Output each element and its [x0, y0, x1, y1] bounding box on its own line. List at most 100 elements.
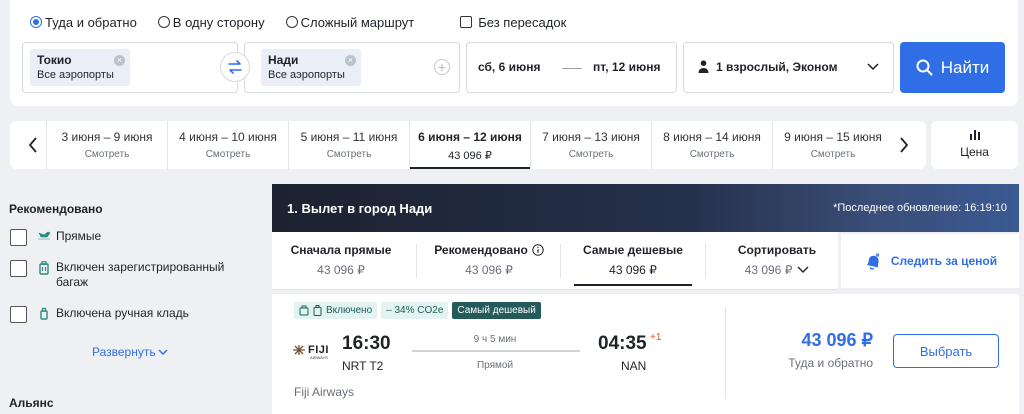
last-updated: *Последнее обновление: 16:19:10 — [833, 202, 1007, 214]
trip-type-label: Туда и обратно — [45, 14, 137, 30]
track-price-button[interactable]: Следить за ценой — [841, 234, 1019, 288]
sort-tab-title: Самые дешевые — [583, 243, 683, 257]
depart-time: 16:30 — [342, 333, 391, 354]
search-button[interactable]: Найти — [900, 42, 1005, 93]
date-next-button[interactable] — [894, 134, 914, 156]
checked-baggage-icon — [313, 305, 322, 316]
return-date[interactable]: пт, 12 июня — [593, 60, 660, 74]
badge-included-label: Включено — [326, 305, 373, 316]
checkbox-icon[interactable] — [10, 229, 27, 246]
date-tab-value: Смотреть — [205, 149, 251, 160]
destination-chip[interactable]: Нади Все аэропорты × — [261, 49, 361, 86]
checkbox-icon[interactable] — [10, 306, 27, 323]
info-icon — [532, 244, 544, 256]
sort-tab-price: 43 096 ₽ — [744, 263, 793, 277]
date-tab-range: 9 июня – 15 июня — [784, 130, 882, 144]
flight-card[interactable]: Включено – 34% CO2e Самый дешевый FIJI A… — [272, 294, 1019, 414]
divider — [416, 244, 417, 278]
sort-tab-recommended[interactable]: Рекомендовано 43 096 ₽ — [420, 232, 558, 290]
person-icon — [698, 60, 709, 73]
fiji-airways-logo-icon — [293, 345, 305, 355]
radio-icon — [285, 16, 298, 28]
date-separator — [562, 68, 582, 69]
filter-checked-baggage[interactable]: Включен зарегистрированный багаж — [10, 260, 236, 290]
divider — [725, 308, 726, 398]
airline-name: Fiji Airways — [294, 385, 355, 399]
bell-icon — [866, 253, 880, 270]
dates-field[interactable]: сб, 6 июня пт, 12 июня — [466, 42, 677, 93]
arrive-time: 04:35 — [598, 333, 647, 354]
sort-bar: Сначала прямые 43 096 ₽ Рекомендовано 43… — [272, 232, 838, 290]
search-icon — [916, 59, 933, 76]
direct-flight-icon — [38, 231, 51, 240]
destination-field[interactable]: Нади Все аэропорты × + — [244, 42, 460, 93]
date-tab[interactable]: 3 июня – 9 июня Смотреть — [46, 121, 167, 169]
badge-cheapest: Самый дешевый — [452, 302, 541, 319]
checked-baggage-icon — [39, 261, 49, 275]
price-chart-button[interactable]: Цена — [931, 121, 1018, 169]
add-destination-icon[interactable]: + — [434, 59, 450, 75]
sort-tab-sort-by[interactable]: Сортировать 43 096 ₽ — [708, 232, 846, 290]
date-tab[interactable]: 7 июня – 13 июня Смотреть — [530, 121, 651, 169]
date-tab[interactable]: 4 июня – 10 июня Смотреть — [167, 121, 288, 169]
passengers-value: 1 взрослый, Эконом — [716, 60, 838, 74]
bar-chart-icon — [969, 130, 980, 140]
checkbox-icon — [460, 16, 473, 28]
origin-city: Токио — [37, 53, 72, 67]
remove-destination-icon[interactable]: × — [345, 55, 356, 66]
sort-tab-cheapest[interactable]: Самые дешевые 43 096 ₽ — [564, 232, 702, 290]
sort-tab-price: 43 096 ₽ — [317, 263, 365, 277]
chevron-left-icon — [28, 137, 37, 153]
date-tab-value: Смотреть — [689, 149, 735, 160]
date-tab-range: 5 июня – 11 июня — [300, 130, 398, 144]
airline-logo-subtext: AIRWAYS — [310, 355, 328, 360]
remove-origin-icon[interactable]: × — [114, 55, 125, 66]
radio-icon — [157, 16, 170, 28]
direct-only-label: Без пересадок — [478, 14, 567, 30]
trip-type-one-way[interactable]: В одну сторону — [157, 14, 265, 30]
depart-airport: NRT T2 — [342, 359, 384, 373]
search-button-label: Найти — [940, 57, 990, 77]
swap-icon — [228, 60, 242, 74]
carry-on-icon — [40, 307, 48, 320]
expand-filters-link[interactable]: Развернуть — [92, 345, 168, 359]
destination-airports: Все аэропорты — [268, 69, 345, 81]
trip-type-multi-city[interactable]: Сложный маршрут — [285, 15, 414, 30]
sort-tab-price: 43 096 ₽ — [465, 263, 513, 277]
origin-chip[interactable]: Токио Все аэропорты × — [30, 49, 130, 86]
expand-label: Развернуть — [92, 345, 156, 359]
checkbox-icon[interactable] — [10, 260, 27, 277]
airline-logo: FIJI AIRWAYS — [292, 344, 329, 360]
depart-date[interactable]: сб, 6 июня — [478, 60, 540, 74]
trip-type-label: В одну сторону — [172, 14, 265, 30]
sort-tab-title: Рекомендовано — [434, 243, 528, 257]
filter-carry-on[interactable]: Включена ручная кладь — [10, 306, 236, 323]
badge-co2: – 34% CO2e — [381, 302, 449, 319]
trip-type-round-trip[interactable]: Туда и обратно — [30, 15, 137, 30]
swap-cities-button[interactable] — [220, 52, 250, 82]
date-tab-range: 4 июня – 10 июня — [179, 130, 277, 144]
select-flight-button[interactable]: Выбрать — [893, 334, 999, 368]
date-tab[interactable]: 8 июня – 14 июня Смотреть — [651, 121, 772, 169]
divider — [705, 244, 706, 278]
origin-field[interactable]: Токио Все аэропорты × — [22, 42, 238, 93]
results-header: 1. Вылет в город Нади *Последнее обновле… — [272, 184, 1019, 232]
date-tab-value: Смотреть — [568, 149, 614, 160]
date-prev-button[interactable] — [23, 134, 43, 156]
chevron-down-icon — [867, 63, 879, 71]
badge-included: Включено — [294, 302, 378, 319]
direct-only-checkbox[interactable]: Без пересадок — [460, 15, 566, 30]
recommended-title: Рекомендовано — [9, 202, 103, 216]
radio-selected-icon — [30, 16, 42, 28]
sort-tab-title: Сортировать — [737, 243, 817, 257]
date-tab[interactable]: 5 июня – 11 июня Смотреть — [288, 121, 409, 169]
filter-direct[interactable]: Прямые — [10, 229, 236, 246]
sort-tab-direct-first[interactable]: Сначала прямые 43 096 ₽ — [272, 232, 410, 290]
date-strip: 3 июня – 9 июня Смотреть 4 июня – 10 июн… — [10, 121, 926, 169]
passengers-field[interactable]: 1 взрослый, Эконом — [683, 42, 894, 93]
flight-stops: Прямой — [476, 360, 514, 371]
flight-badges: Включено – 34% CO2e Самый дешевый — [294, 302, 545, 319]
date-tab-active[interactable]: 6 июня – 12 июня 43 096 ₽ — [409, 121, 530, 169]
date-tab-value: Смотреть — [84, 149, 130, 160]
date-tab[interactable]: 9 июня – 15 июня Смотреть — [772, 121, 893, 169]
